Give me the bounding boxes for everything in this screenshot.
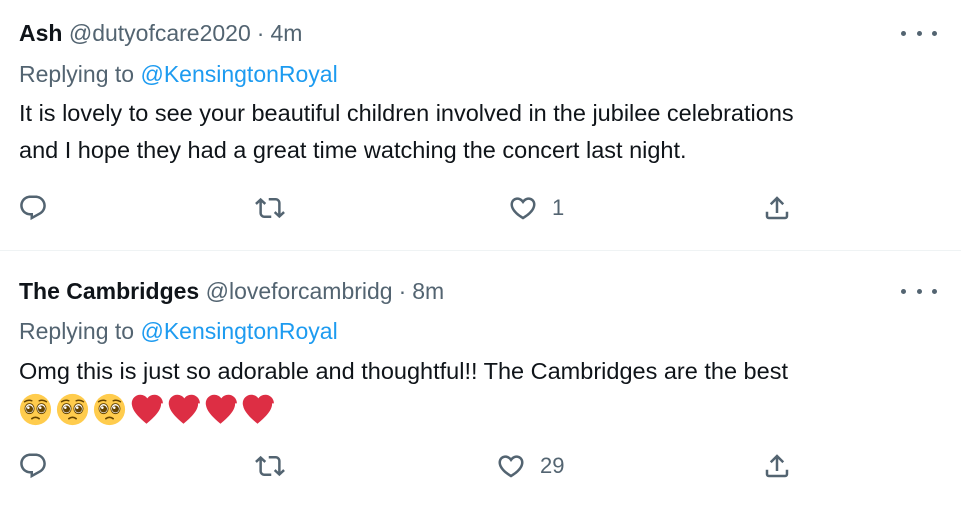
retweet-button[interactable]	[255, 446, 285, 486]
user-handle[interactable]: @loveforcambridg	[206, 278, 393, 304]
timestamp[interactable]: 4m	[270, 20, 302, 46]
tweet-card[interactable]: The Cambridges @loveforcambridg · 8m Reply…	[0, 252, 961, 506]
tweet-card[interactable]: Ash @dutyofcare2020 · 4m Replying to @Kens…	[0, 0, 961, 251]
red-heart-emoji	[204, 393, 237, 426]
replying-prefix: Replying to	[19, 61, 135, 87]
pleading-face-emoji	[56, 393, 89, 426]
share-icon	[762, 451, 792, 481]
tweet-text-line: It is lovely to see your beautiful child…	[19, 100, 794, 126]
separator: ·	[256, 20, 265, 46]
share-button[interactable]	[762, 446, 792, 486]
red-heart-emoji	[130, 393, 163, 426]
more-icon[interactable]	[901, 19, 937, 47]
like-icon	[508, 193, 538, 223]
share-icon	[762, 193, 792, 223]
retweet-button[interactable]	[255, 188, 285, 228]
share-button[interactable]	[762, 188, 792, 228]
timestamp[interactable]: 8m	[412, 278, 444, 304]
red-heart-emoji	[241, 393, 274, 426]
tweet-text-line: and I hope they had a great time watchin…	[19, 137, 687, 163]
tweet-text-line: Omg this is just so adorable and thought…	[19, 358, 788, 384]
like-icon	[496, 451, 526, 481]
retweet-icon	[255, 193, 285, 223]
reply-button[interactable]	[18, 446, 48, 486]
tweet-header: The Cambridges @loveforcambridg · 8m	[19, 277, 444, 305]
tweet-header: Ash @dutyofcare2020 · 4m	[19, 19, 302, 47]
reply-icon	[18, 193, 48, 223]
reply-button[interactable]	[18, 188, 48, 228]
pleading-face-emoji	[93, 393, 126, 426]
more-icon[interactable]	[901, 277, 937, 305]
display-name[interactable]: Ash	[19, 20, 62, 46]
retweet-icon	[255, 451, 285, 481]
like-count: 1	[552, 195, 565, 220]
replying-prefix: Replying to	[19, 318, 135, 344]
action-bar: 29	[0, 446, 961, 486]
tweet-text: Omg this is just so adorable and thought…	[19, 353, 939, 390]
like-count: 29	[540, 453, 565, 478]
mention-link[interactable]: @KensingtonRoyal	[140, 61, 337, 87]
replying-to: Replying to @KensingtonRoyal	[19, 317, 338, 345]
separator: ·	[398, 278, 407, 304]
red-heart-emoji	[167, 393, 200, 426]
user-handle[interactable]: @dutyofcare2020	[69, 20, 251, 46]
replying-to: Replying to @KensingtonRoyal	[19, 60, 338, 88]
like-button[interactable]: 1	[508, 188, 564, 228]
tweet-text: It is lovely to see your beautiful child…	[19, 95, 939, 169]
pleading-face-emoji	[19, 393, 52, 426]
emoji-row	[19, 392, 274, 426]
action-bar: 1	[0, 188, 961, 228]
like-button[interactable]: 29	[496, 446, 564, 486]
mention-link[interactable]: @KensingtonRoyal	[140, 318, 337, 344]
display-name[interactable]: The Cambridges	[19, 278, 199, 304]
reply-icon	[18, 451, 48, 481]
